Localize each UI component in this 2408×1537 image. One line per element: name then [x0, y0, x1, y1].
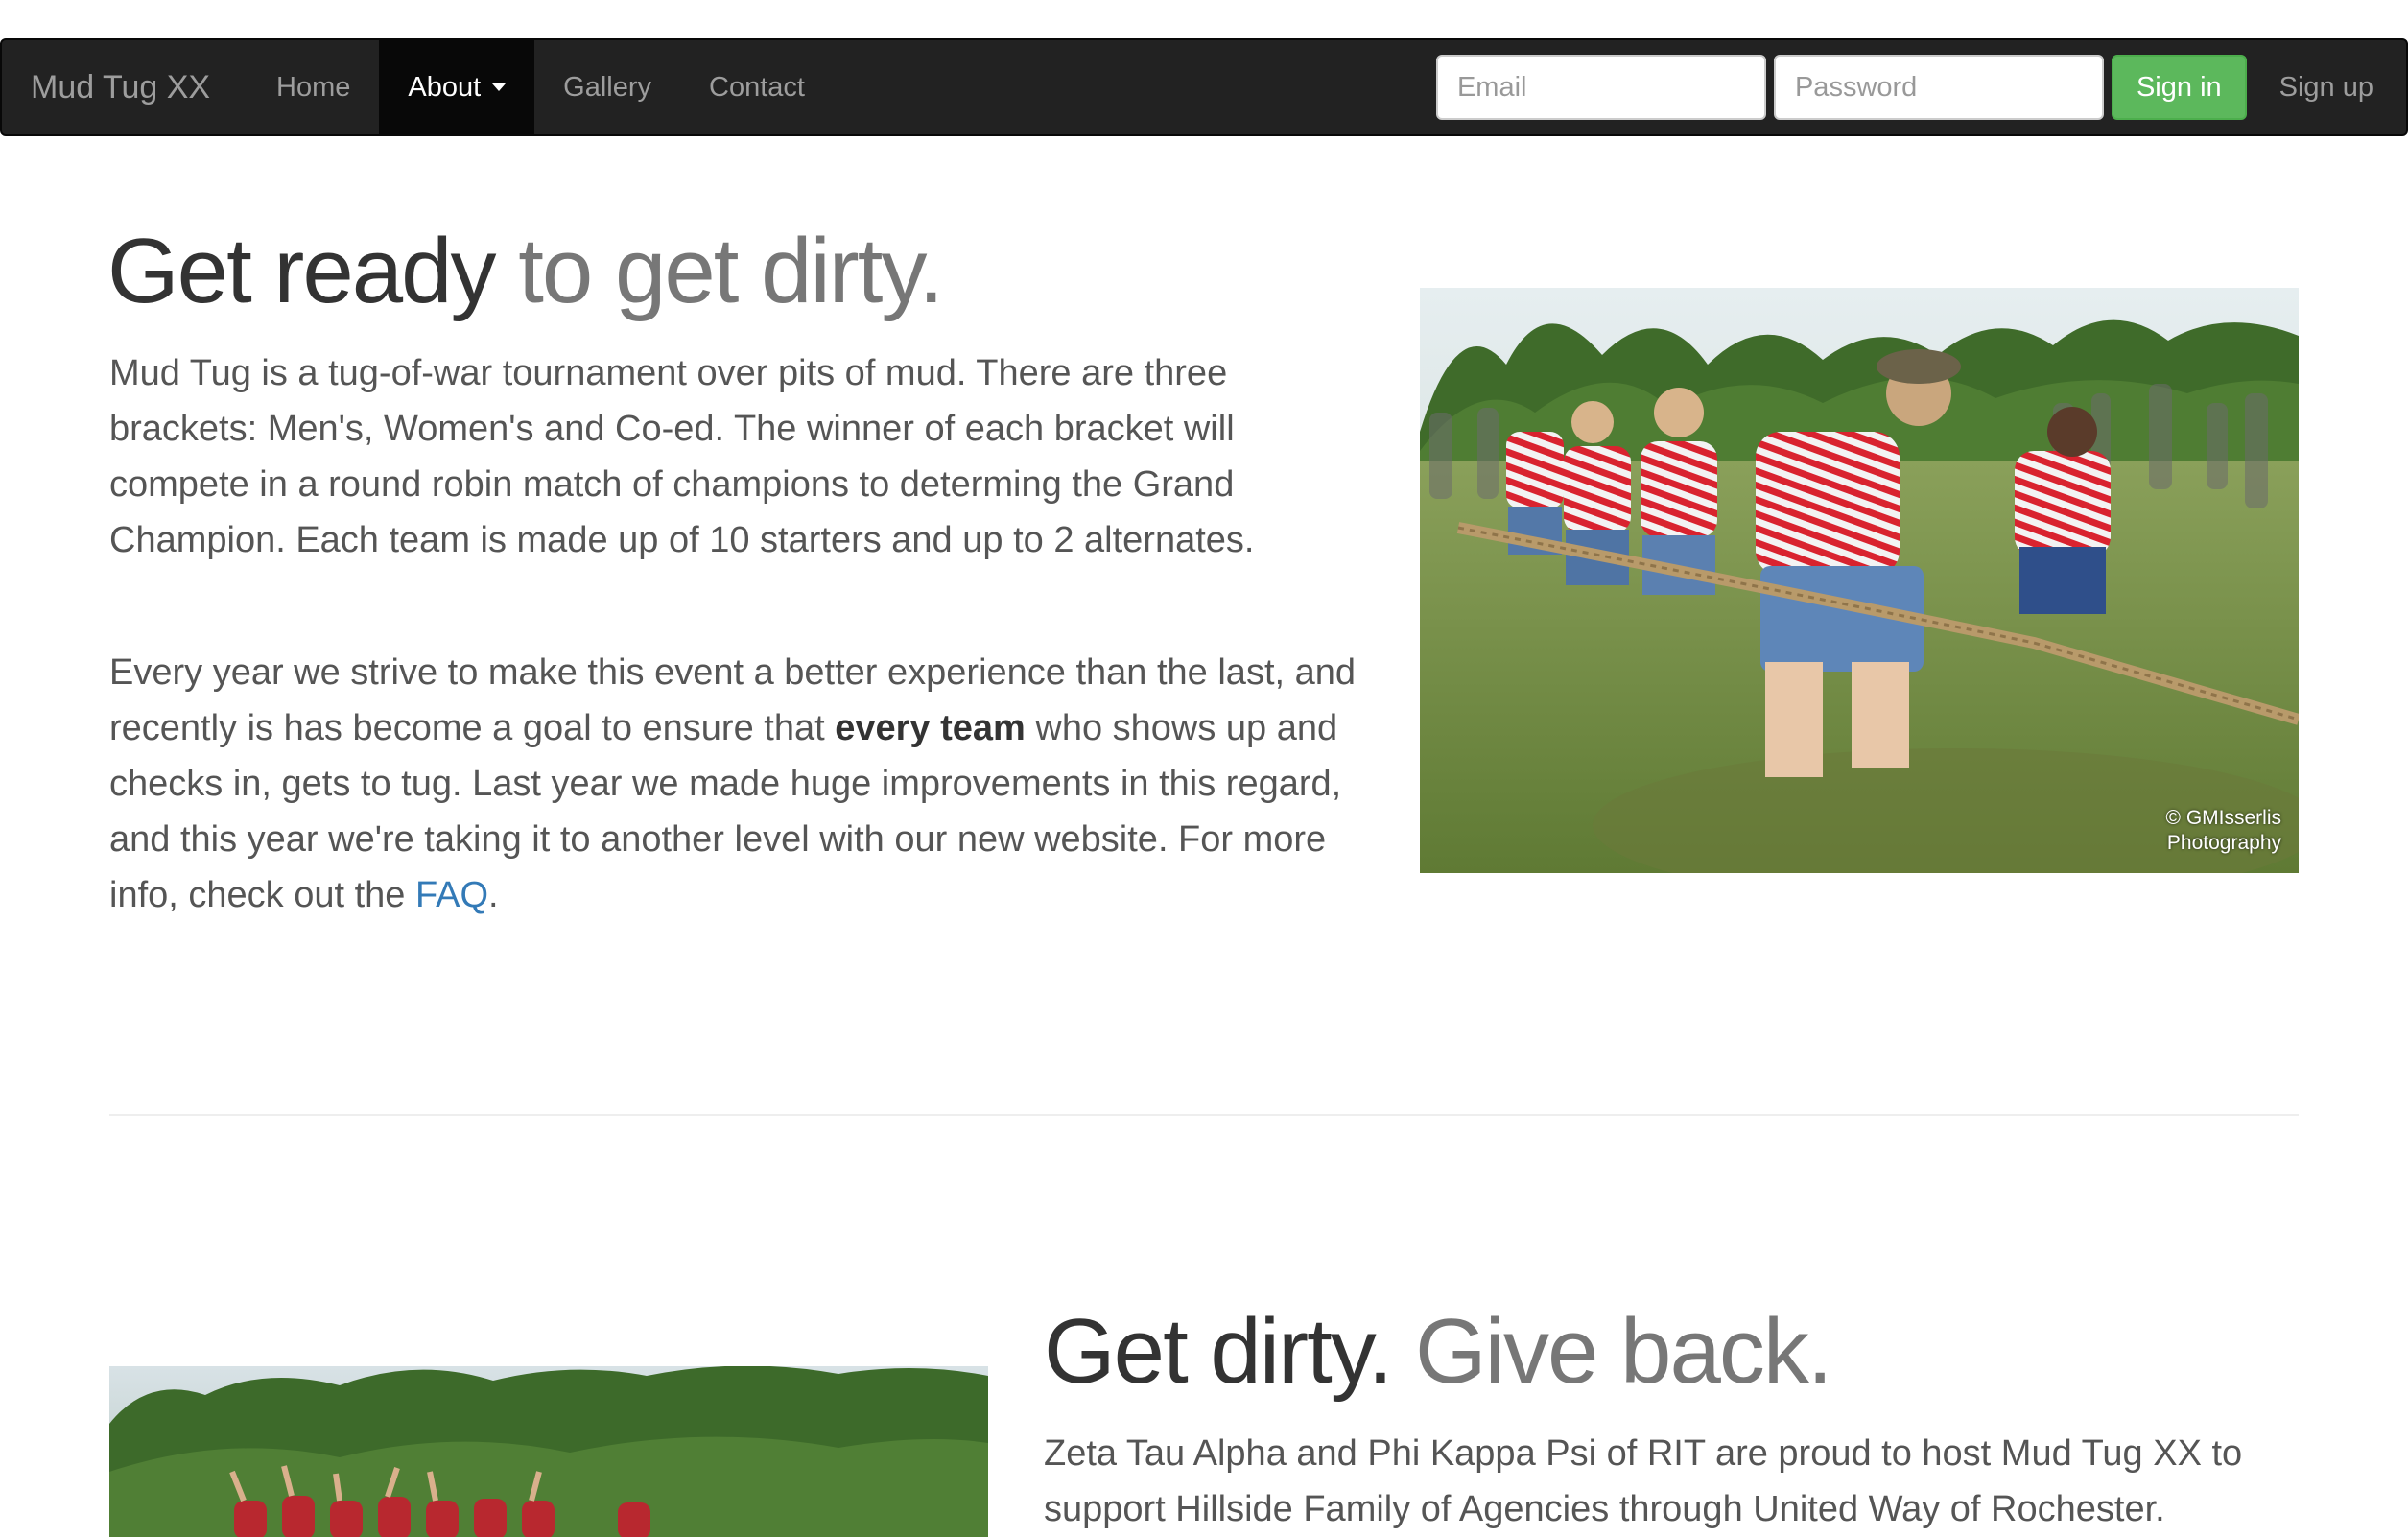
- caret-down-icon: [492, 83, 507, 91]
- section1-paragraph-2: Every year we strive to make this event …: [109, 645, 1357, 923]
- tug-of-war-photo: © GMIsserlis Photography: [1420, 288, 2299, 873]
- section1-heading-muted: to get dirty.: [494, 220, 944, 322]
- section1-heading: Get ready to get dirty.: [107, 220, 944, 322]
- brand-link[interactable]: Mud Tug XX: [2, 69, 248, 106]
- section-divider: [109, 1114, 2299, 1116]
- nav-home[interactable]: Home: [248, 40, 379, 134]
- nav-about-label: About: [408, 71, 482, 103]
- signin-button[interactable]: Sign in: [2111, 55, 2247, 120]
- navbar: Mud Tug XX Home About Gallery Contact Si…: [0, 38, 2408, 136]
- signup-link[interactable]: Sign up: [2258, 72, 2406, 104]
- section2-heading-main: Get dirty.: [1044, 1300, 1393, 1403]
- faq-link[interactable]: FAQ: [415, 875, 488, 915]
- password-input[interactable]: [1773, 55, 2104, 120]
- photo-credit-line2: Photography: [2166, 832, 2281, 854]
- section1-heading-main: Get ready: [107, 220, 497, 322]
- nav-contact[interactable]: Contact: [680, 40, 834, 134]
- email-input[interactable]: [1435, 55, 1766, 120]
- photo-credit: © GMIsserlis Photography: [2166, 806, 2281, 856]
- p2-bold: every team: [835, 708, 1026, 748]
- photo-credit-line1: © GMIsserlis: [2165, 807, 2281, 829]
- section2-paragraph-1: Zeta Tau Alpha and Phi Kappa Psi of RIT …: [1044, 1433, 2243, 1529]
- signin-form: Sign in Sign up: [1435, 40, 2406, 134]
- section2-heading-muted: Give back.: [1391, 1300, 1833, 1403]
- section2-heading: Get dirty. Give back.: [1044, 1300, 1833, 1403]
- team-photo: [109, 1366, 988, 1537]
- nav-gallery[interactable]: Gallery: [534, 40, 680, 134]
- section1-paragraph-1: Mud Tug is a tug-of-war tournament over …: [109, 353, 1255, 560]
- nav-about-dropdown[interactable]: About: [379, 40, 535, 134]
- p2-text-end: .: [488, 875, 499, 915]
